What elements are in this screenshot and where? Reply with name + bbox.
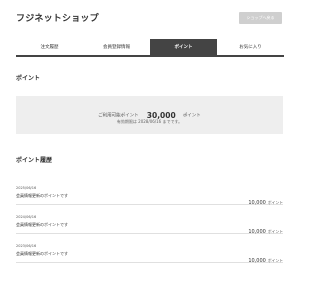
shop-title: フジネットショップ — [16, 14, 99, 24]
points-expiry-text: 有効期限は 2028/06/16 までです。 — [116, 119, 183, 124]
points-history-list: 2025/06/16 会員情報更新のポイントです 10,000 ポイント 2024… — [16, 176, 283, 266]
history-description: 会員情報更新のポイントです — [16, 251, 68, 256]
tab-bar: 注文履歴 会員登録情報 ポイント お気に入り — [16, 39, 284, 57]
history-row: 2024/06/16 会員情報更新のポイントです 10,000 ポイント — [16, 205, 283, 235]
available-points-unit: ポイント — [182, 113, 201, 119]
tab-favorites[interactable]: お気に入り — [217, 39, 284, 55]
history-description: 会員情報更新のポイントです — [16, 222, 68, 227]
tab-member-info[interactable]: 会員登録情報 — [83, 39, 150, 55]
history-row: 2025/06/16 会員情報更新のポイントです 10,000 ポイント — [16, 176, 283, 206]
back-to-shop-button[interactable]: ショップへ戻る — [239, 12, 282, 24]
history-description: 会員情報更新のポイントです — [16, 193, 68, 198]
history-section-title: ポイント履歴 — [16, 157, 53, 164]
history-date: 2024/06/16 — [16, 215, 37, 219]
tab-points[interactable]: ポイント — [150, 39, 217, 55]
points-summary-panel: ご利用可能ポイント 30,000 ポイント 有効期限は 2028/06/16 ま… — [16, 96, 283, 134]
history-amount-value: 10,000 — [248, 258, 266, 264]
history-row: 2023/06/16 会員情報更新のポイントです 10,000 ポイント — [16, 234, 283, 266]
available-points-label: ご利用可能ポイント — [98, 113, 139, 119]
points-section-title: ポイント — [16, 75, 41, 82]
header: フジネットショップ ショップへ戻る — [0, 0, 300, 36]
history-amount-unit: ポイント — [267, 258, 283, 263]
history-date: 2023/06/16 — [16, 244, 37, 248]
tab-order-history[interactable]: 注文履歴 — [16, 39, 83, 55]
history-date: 2025/06/16 — [16, 186, 37, 190]
history-amount: 10,000 ポイント — [248, 247, 283, 266]
